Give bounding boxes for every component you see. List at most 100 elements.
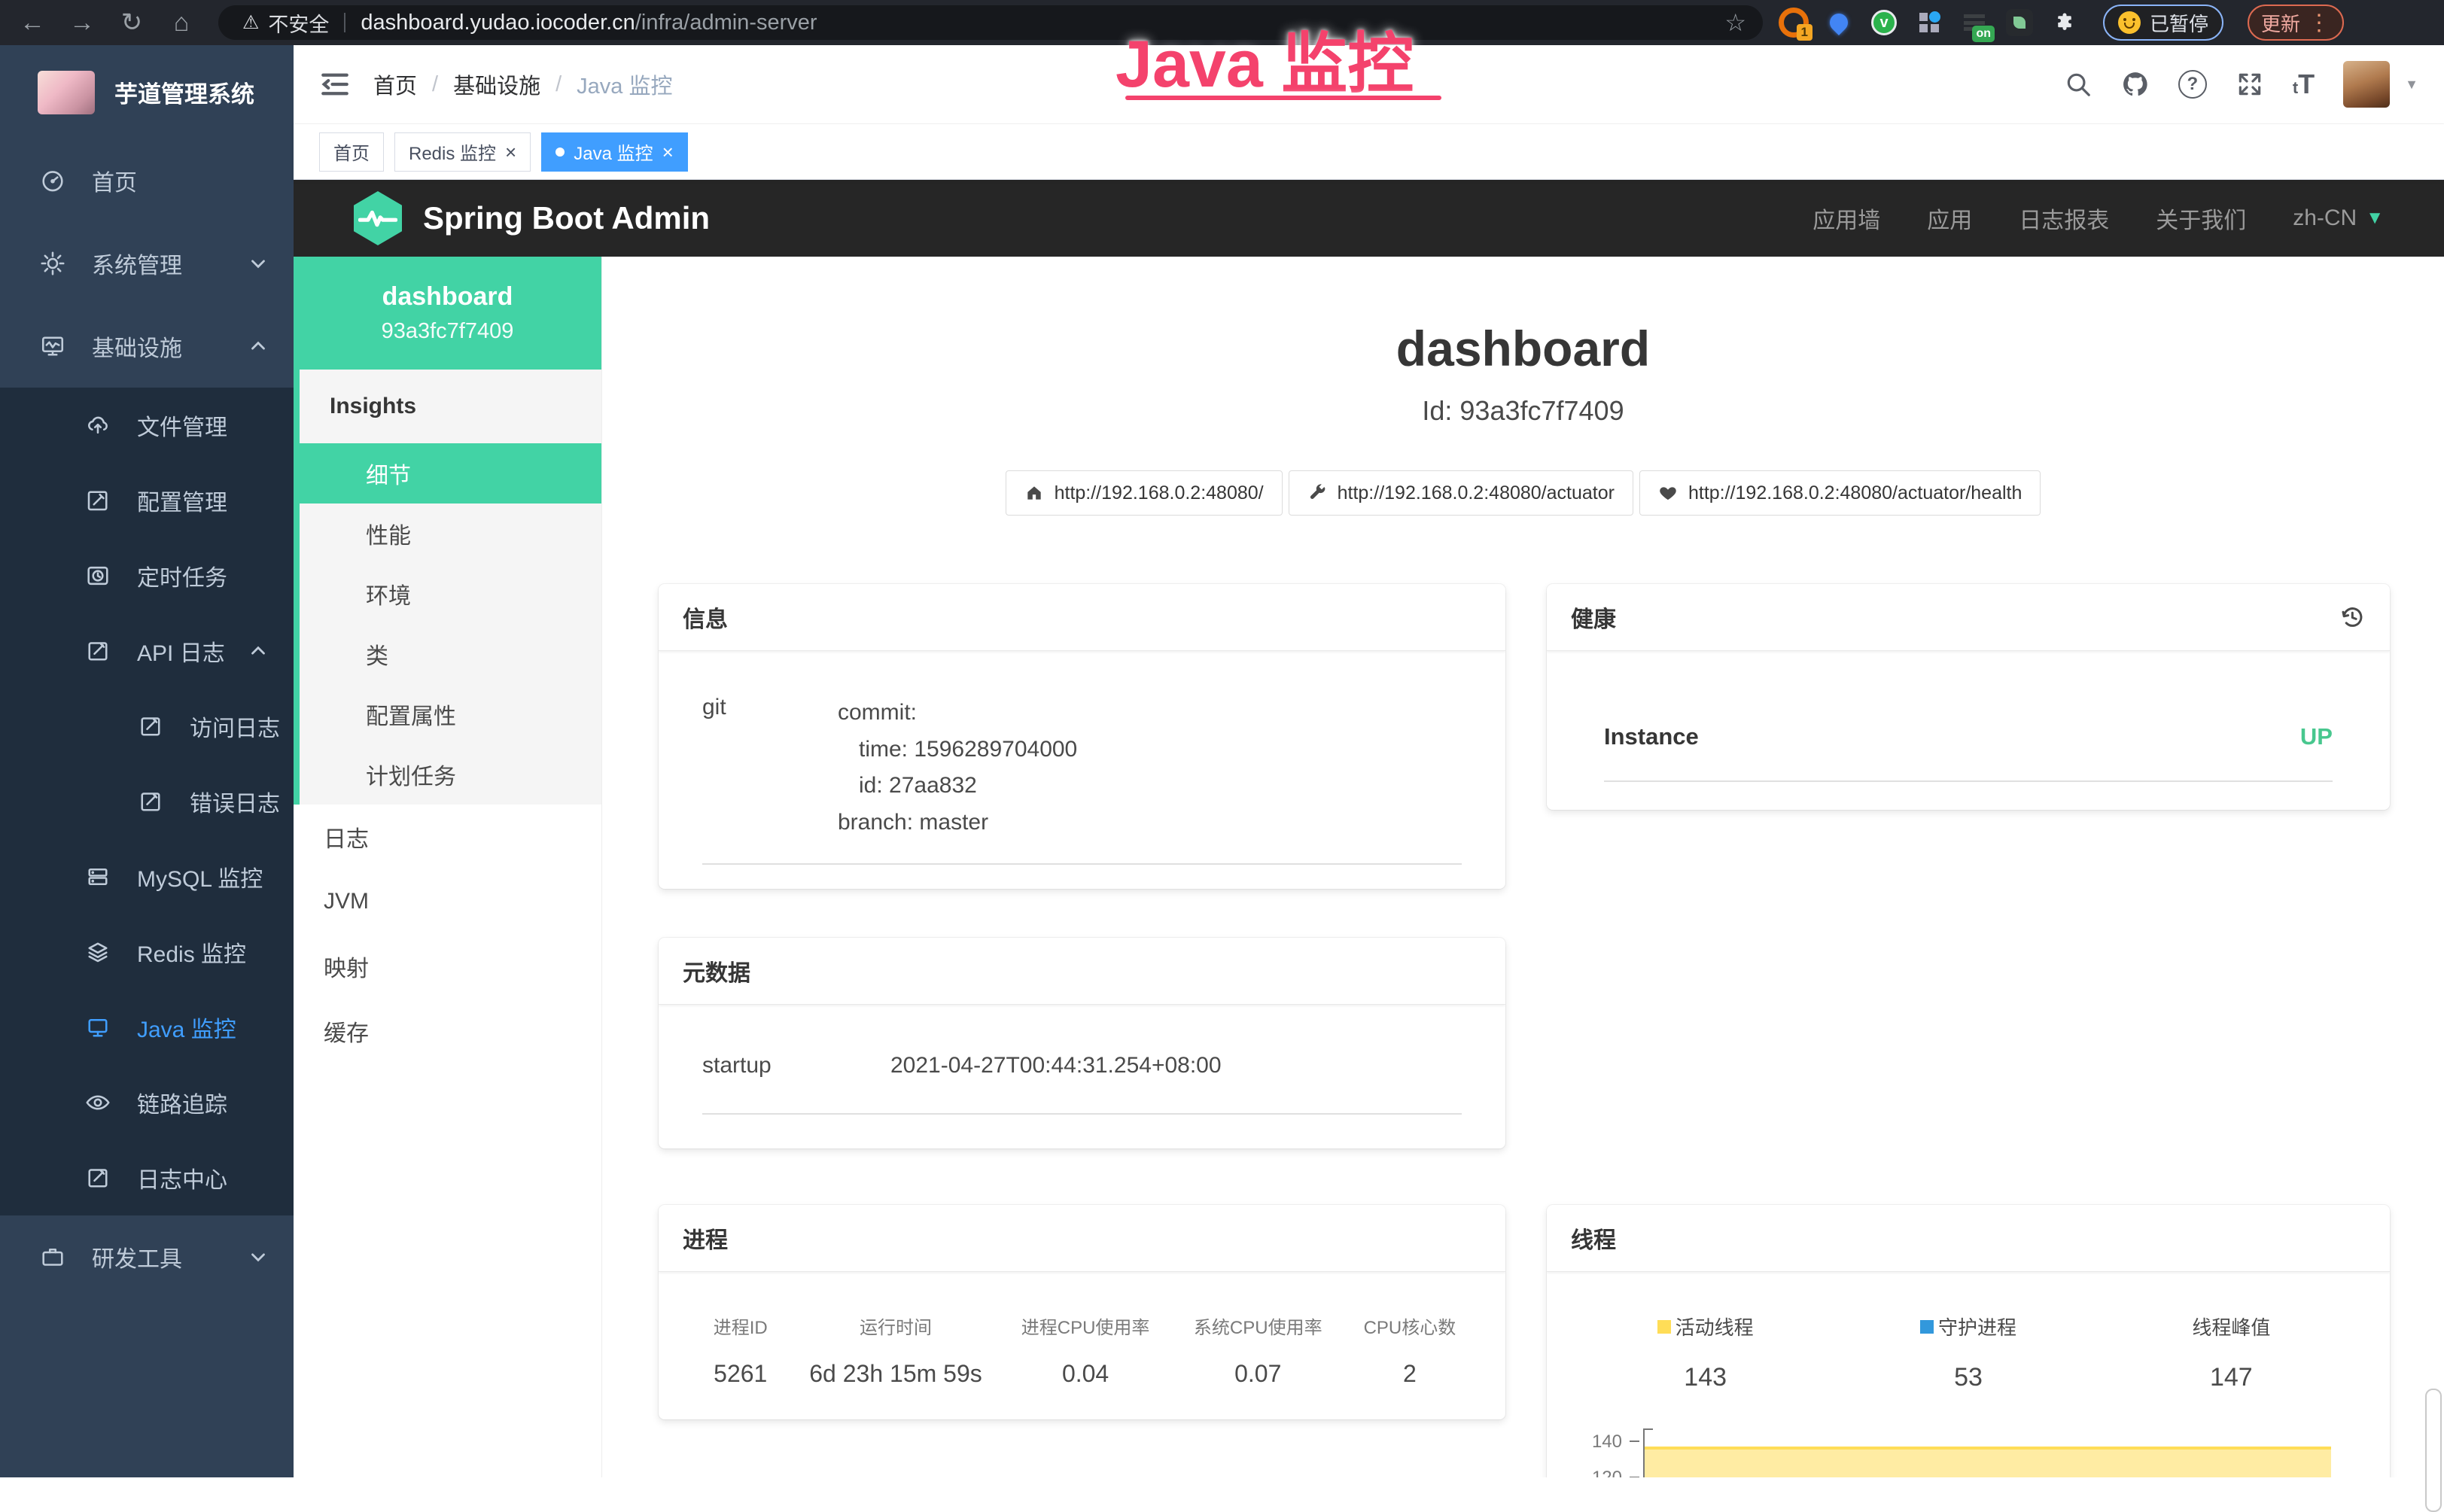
health-card: 健康 Instance UP	[1547, 584, 2390, 810]
not-secure-label[interactable]: 不安全	[268, 8, 329, 38]
tag-home[interactable]: 首页	[319, 132, 384, 172]
sidebar-item-mysql[interactable]: MySQL 监控	[0, 839, 294, 914]
y-tick-140: 140	[1574, 1431, 1622, 1453]
sba-item-logfile[interactable]: 日志	[294, 805, 601, 869]
extension-leaf-icon[interactable]	[2004, 6, 2035, 39]
sba-language-select[interactable]: zh-CN ▼	[2293, 205, 2384, 231]
extension-green-icon[interactable]: v	[1868, 6, 1900, 39]
process-card-body: 进程ID 运行时间 进程CPU使用率 系统CPU使用率 CPU核心数 5261 …	[659, 1272, 1505, 1388]
logo-image	[38, 71, 95, 114]
extension-pin-icon[interactable]	[1823, 6, 1855, 39]
extension-orange-icon[interactable]: 1	[1778, 6, 1809, 39]
browser-home-icon[interactable]: ⌂	[164, 8, 199, 38]
health-card-header: 健康	[1547, 584, 2390, 651]
sba-logo-icon[interactable]	[354, 191, 402, 245]
avatar[interactable]	[2343, 61, 2390, 108]
chevron-down-icon	[247, 252, 269, 275]
close-icon[interactable]: ×	[662, 142, 674, 162]
health-status-badge: UP	[2300, 723, 2333, 750]
layers-icon	[84, 939, 111, 966]
process-header-process-cpu: 进程CPU使用率	[1000, 1313, 1172, 1339]
instance-header[interactable]: dashboard 93a3fc7f7409	[294, 257, 601, 370]
process-header-uptime: 运行时间	[793, 1313, 1000, 1339]
legend-peak: 线程峰值 147	[2100, 1313, 2363, 1392]
forward-icon[interactable]: →	[65, 8, 99, 38]
monitor-icon	[84, 1014, 111, 1041]
bookmark-star-icon[interactable]: ☆	[1724, 8, 1746, 37]
sidebar-item-error-log[interactable]: 错误日志	[0, 764, 294, 839]
legend-swatch-live	[1657, 1320, 1671, 1334]
legend-live: 活动线程 143	[1574, 1313, 1837, 1392]
sba-item-mappings[interactable]: 映射	[294, 934, 601, 999]
extensions-puzzle-icon[interactable]	[2049, 6, 2080, 39]
sba-item-caches[interactable]: 缓存	[294, 999, 601, 1063]
breadcrumb-infra[interactable]: 基础设施	[453, 68, 540, 100]
help-icon[interactable]: ?	[2178, 70, 2207, 99]
y-tickmark	[1630, 1441, 1639, 1442]
sidebar-item-access-log[interactable]: 访问日志	[0, 689, 294, 764]
sba-nav-applications[interactable]: 应用	[1927, 202, 1972, 235]
scrollbar-thumb[interactable]	[2425, 1389, 2442, 1512]
url-text[interactable]: dashboard.yudao.iocoder.cn/infra/admin-s…	[361, 11, 817, 35]
reload-icon[interactable]: ↻	[114, 8, 149, 38]
back-icon[interactable]: ←	[15, 8, 50, 38]
extension-grid-icon[interactable]	[1913, 6, 1945, 39]
tag-java-active[interactable]: Java 监控 ×	[541, 132, 688, 172]
dashboard-icon	[39, 167, 66, 194]
sidebar-item-trace[interactable]: 链路追踪	[0, 1065, 294, 1140]
sidebar-item-job[interactable]: 定时任务	[0, 538, 294, 613]
paused-badge[interactable]: 已暂停	[2103, 5, 2223, 41]
sidebar-item-file[interactable]: 文件管理	[0, 388, 294, 463]
sidebar-item-log-center[interactable]: 日志中心	[0, 1140, 294, 1215]
update-button[interactable]: 更新 ⋮	[2248, 5, 2344, 41]
timer-icon	[84, 562, 111, 589]
process-value-system-cpu: 0.07	[1172, 1360, 1344, 1388]
sba-item-jvm[interactable]: JVM	[294, 869, 601, 934]
browser-menu-icon[interactable]: ⋮	[2308, 10, 2330, 36]
tag-redis[interactable]: Redis 监控 ×	[394, 132, 531, 172]
service-url-button[interactable]: http://192.168.0.2:48080/	[1006, 470, 1283, 516]
legend-daemon-value: 53	[1837, 1363, 2099, 1392]
on-badge: on	[1972, 26, 1995, 42]
sba-item-details[interactable]: 细节	[294, 443, 601, 503]
divider	[702, 1113, 1462, 1115]
github-icon[interactable]	[2121, 70, 2150, 99]
sidebar-item-dev-tools[interactable]: 研发工具	[0, 1215, 294, 1298]
sidebar-item-home[interactable]: 首页	[0, 139, 294, 222]
log-edit-icon	[137, 788, 164, 815]
health-url-button[interactable]: http://192.168.0.2:48080/actuator/health	[1639, 470, 2041, 516]
chevron-down-icon	[247, 1246, 269, 1268]
sba-item-scheduled[interactable]: 计划任务	[300, 744, 601, 805]
breadcrumb-home[interactable]: 首页	[373, 68, 417, 100]
app-logo[interactable]: 芋道管理系统	[0, 45, 294, 139]
search-icon[interactable]	[2064, 70, 2092, 99]
sba-nav-about[interactable]: 关于我们	[2156, 202, 2246, 235]
sba-item-configprops[interactable]: 配置属性	[300, 684, 601, 744]
history-icon[interactable]	[2339, 604, 2366, 631]
sba-brand[interactable]: Spring Boot Admin	[423, 200, 710, 236]
process-value-cpus: 2	[1344, 1360, 1475, 1388]
sidebar-item-redis[interactable]: Redis 监控	[0, 914, 294, 990]
hamburger-icon[interactable]	[319, 68, 351, 100]
sidebar-item-api-log[interactable]: API 日志	[0, 613, 294, 689]
sba-item-metrics[interactable]: 性能	[300, 503, 601, 564]
sidebar-item-java[interactable]: Java 监控	[0, 990, 294, 1065]
close-icon[interactable]: ×	[505, 142, 516, 162]
sidebar-item-system[interactable]: 系统管理	[0, 222, 294, 305]
sidebar-item-config[interactable]: 配置管理	[0, 463, 294, 538]
info-card: 信息 git commit: time: 1596289704000 id: 2…	[659, 584, 1505, 889]
not-secure-warning-icon[interactable]: ⚠	[242, 11, 259, 34]
sidebar-item-infra[interactable]: 基础设施	[0, 305, 294, 388]
address-bar[interactable]: ⚠ 不安全 dashboard.yudao.iocoder.cn/infra/a…	[218, 5, 1763, 40]
font-size-icon[interactable]: tT	[2293, 68, 2315, 100]
sba-nav-journal[interactable]: 日志报表	[2019, 202, 2109, 235]
sba-section-insights[interactable]: Insights	[294, 370, 601, 443]
sba-item-environment[interactable]: 环境	[300, 564, 601, 624]
actuator-url-button[interactable]: http://192.168.0.2:48080/actuator	[1289, 470, 1633, 516]
breadcrumb-separator: /	[432, 72, 438, 97]
extension-list-icon[interactable]: on	[1959, 6, 1990, 39]
sba-nav-wall[interactable]: 应用墙	[1812, 202, 1880, 235]
sba-item-classes[interactable]: 类	[300, 624, 601, 684]
fullscreen-icon[interactable]	[2236, 70, 2264, 99]
user-caret-icon[interactable]: ▼	[2405, 77, 2418, 93]
